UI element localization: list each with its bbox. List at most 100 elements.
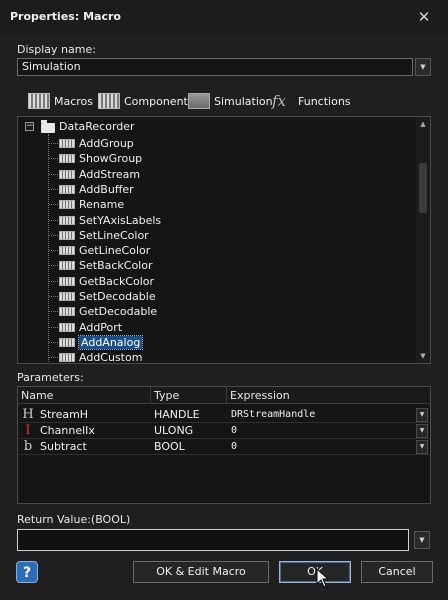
macro-icon [59,169,75,179]
column-header-expression[interactable]: Expression [227,387,430,404]
macro-icon [59,246,75,256]
tree-item-label: SetLineColor [79,228,149,242]
macro-icon [59,322,75,332]
functions-icon: fx [272,92,287,110]
tree-scrollbar[interactable]: ▲ ▼ [416,117,430,363]
column-header-type[interactable]: Type [151,387,227,404]
tree-guide-line [49,204,58,206]
display-name-dropdown-button[interactable]: ▼ [415,58,431,76]
tree-item-label: AddCustom [79,351,143,364]
tree-item-label: GetBackColor [79,274,155,288]
return-value-field[interactable] [17,529,409,551]
scroll-thumb[interactable] [419,163,427,213]
tree-item[interactable]: AddPort [59,320,122,335]
tree-item[interactable]: SetDecodable [59,289,156,304]
tree-item[interactable]: SetBackColor [59,258,153,273]
tree-item-label: AddPort [79,320,123,334]
ulong-icon: I [25,423,31,438]
scroll-up-icon[interactable]: ▲ [416,117,430,131]
ok-edit-macro-button[interactable]: OK & Edit Macro [133,561,269,583]
cancel-button[interactable]: Cancel [361,561,433,583]
parameter-expression[interactable]: 0 [231,423,237,439]
chevron-down-icon[interactable]: ▼ [416,440,428,454]
macro-icon [59,353,75,363]
macro-icon [59,184,75,194]
close-icon[interactable]: ✕ [414,7,434,27]
handle-icon: H [22,407,34,422]
tab-functions-label: Functions [298,94,351,108]
column-header-name[interactable]: Name [18,387,151,404]
tree-guide-line [49,326,58,328]
parameter-type: BOOL [154,440,185,453]
tree-item[interactable]: GetDecodable [59,304,157,319]
tree-guide-line [49,357,58,359]
macros-icon [28,93,50,109]
tree-item-label: SetBackColor [79,259,153,273]
tree-item[interactable]: AddStream [59,167,140,182]
tree-guide-line [49,234,58,236]
help-icon[interactable]: ? [16,561,38,583]
tree-item-label: SetYAxisLabels [79,213,162,227]
tab-macros[interactable]: Macros [28,92,93,110]
tree-item[interactable]: ShowGroup [59,151,142,166]
tree-guide-line [49,250,58,252]
tree-item[interactable]: GetLineColor [59,243,150,258]
tree-item[interactable]: AddBuffer [59,182,134,197]
parameter-expression[interactable]: 0 [231,439,237,455]
chevron-down-icon: ▼ [420,63,426,71]
return-value-dropdown-button[interactable]: ▼ [414,531,430,549]
tab-functions[interactable]: fx Functions [272,92,351,110]
tab-components[interactable]: Components [98,92,194,110]
parameter-name: Subtract [40,440,87,453]
tree-root[interactable]: DataRecorder [59,119,135,134]
macro-icon [59,215,75,225]
tree-item[interactable]: GetBackColor [59,274,154,289]
parameter-row[interactable]: I ChannelIx ULONG 0 ▼ [18,423,430,439]
tree-item[interactable]: SetLineColor [59,228,149,243]
scroll-down-icon[interactable]: ▼ [416,349,430,363]
parameter-row[interactable]: b Subtract BOOL 0 ▼ [18,439,430,455]
macro-icon [59,139,75,148]
tree-item-label: Rename [79,198,125,212]
tree-guide-line [49,280,58,282]
parameters-label: Parameters: [17,371,84,384]
tab-macros-label: Macros [54,94,94,108]
chevron-down-icon: ▼ [419,536,425,544]
tree-guide-line [48,134,49,363]
parameters-table[interactable]: Name Type Expression H StreamH HANDLE DR… [17,386,431,504]
tab-bar: Macros Components Simulation fx Function… [24,86,404,116]
ok-button[interactable]: OK [279,561,351,583]
macro-icon [59,261,75,271]
macro-icon [59,200,75,210]
tab-simulation[interactable]: Simulation [188,92,273,110]
tree-guide-line [49,265,58,267]
macro-tree[interactable]: − DataRecorder AddGroup ShowGroup AddStrea… [17,116,431,364]
tree-item[interactable]: Rename [59,197,124,212]
mouse-cursor-icon [316,568,330,588]
tree-item[interactable]: AddGroup [59,136,134,151]
macro-icon [59,337,75,347]
parameter-type: HANDLE [154,408,200,421]
parameter-type: ULONG [154,424,194,437]
chevron-down-icon[interactable]: ▼ [416,424,428,438]
parameter-name: ChannelIx [40,424,95,437]
tree-item-label: SetDecodable [79,290,156,303]
tree-guide-line [49,158,58,160]
chevron-down-icon[interactable]: ▼ [416,408,428,422]
macro-icon [59,230,75,240]
display-name-field[interactable]: Simulation [17,58,413,76]
tree-item[interactable]: AddAnalog [59,334,144,350]
tree-item-label: GetDecodable [79,305,158,319]
tree-guide-line [49,219,58,221]
tree-item-label: ShowGroup [79,152,143,166]
tree-item[interactable]: SetYAxisLabels [59,213,161,228]
parameter-row[interactable]: H StreamH HANDLE DRStreamHandle ▼ [18,407,430,423]
display-name-label: Display name: [17,43,96,56]
macro-icon [59,307,75,317]
tree-guide-line [49,341,58,343]
parameter-expression[interactable]: DRStreamHandle [231,407,315,423]
tree-item[interactable]: AddCustom [59,350,143,364]
collapse-icon[interactable]: − [25,122,34,131]
tab-simulation-label: Simulation [214,94,273,108]
macro-icon [59,154,75,164]
